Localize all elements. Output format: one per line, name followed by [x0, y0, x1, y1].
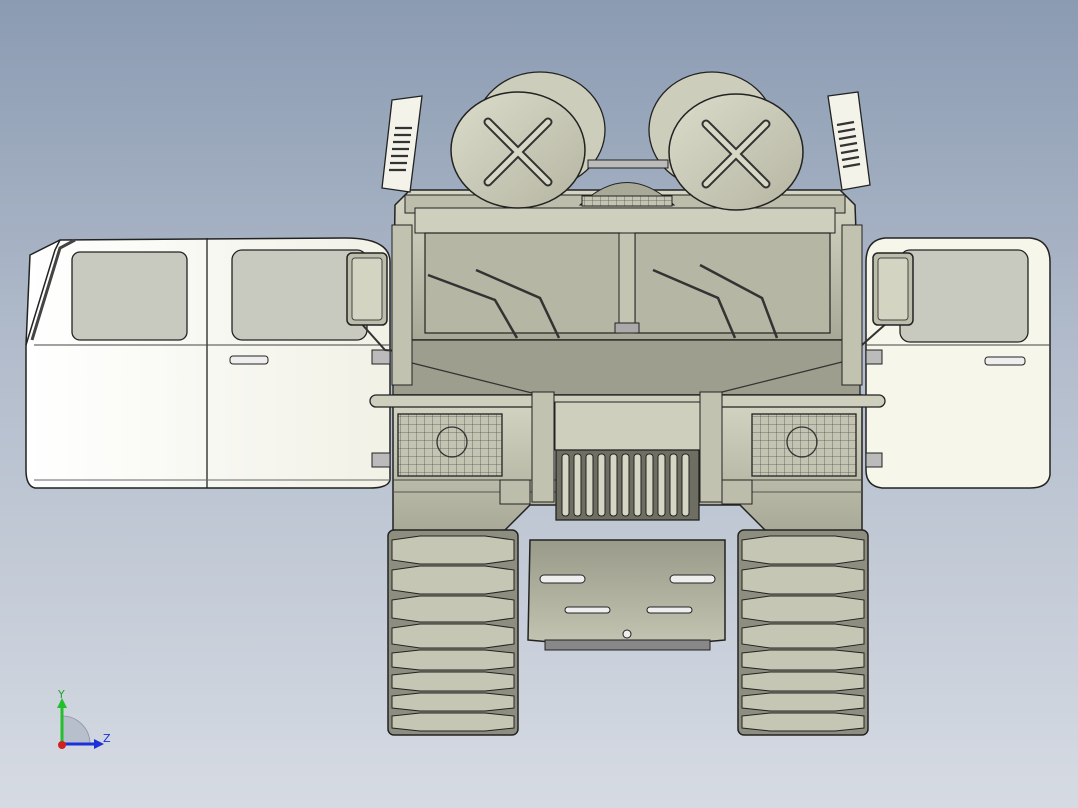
cable-drum-left: [450, 71, 606, 209]
right-door-window: [899, 249, 1029, 343]
z-axis-label: Z: [103, 732, 111, 745]
left-door-window-front: [71, 251, 188, 341]
vehicle-model-view[interactable]: Y Z: [0, 0, 1078, 808]
left-door-handle[interactable]: [229, 355, 269, 365]
triad-quadrant: [61, 715, 91, 745]
skid-plate: [527, 539, 726, 651]
radiator-grille: [531, 391, 723, 521]
axis-triad: Y Z: [57, 688, 111, 749]
left-headlight-grille: [397, 413, 503, 477]
cad-viewport[interactable]: Y Z: [0, 0, 1078, 808]
left-vent-flap: [381, 95, 423, 193]
right-track: [737, 529, 869, 736]
roof-vent: [578, 159, 676, 207]
right-door-handle[interactable]: [984, 356, 1026, 366]
right-headlight-grille: [751, 413, 857, 477]
left-track: [387, 529, 519, 736]
left-door[interactable]: [25, 237, 391, 489]
right-vent-flap: [827, 91, 871, 191]
windshield-left: [424, 232, 621, 334]
x-axis-origin: [58, 741, 66, 749]
y-axis-label: Y: [57, 688, 65, 701]
